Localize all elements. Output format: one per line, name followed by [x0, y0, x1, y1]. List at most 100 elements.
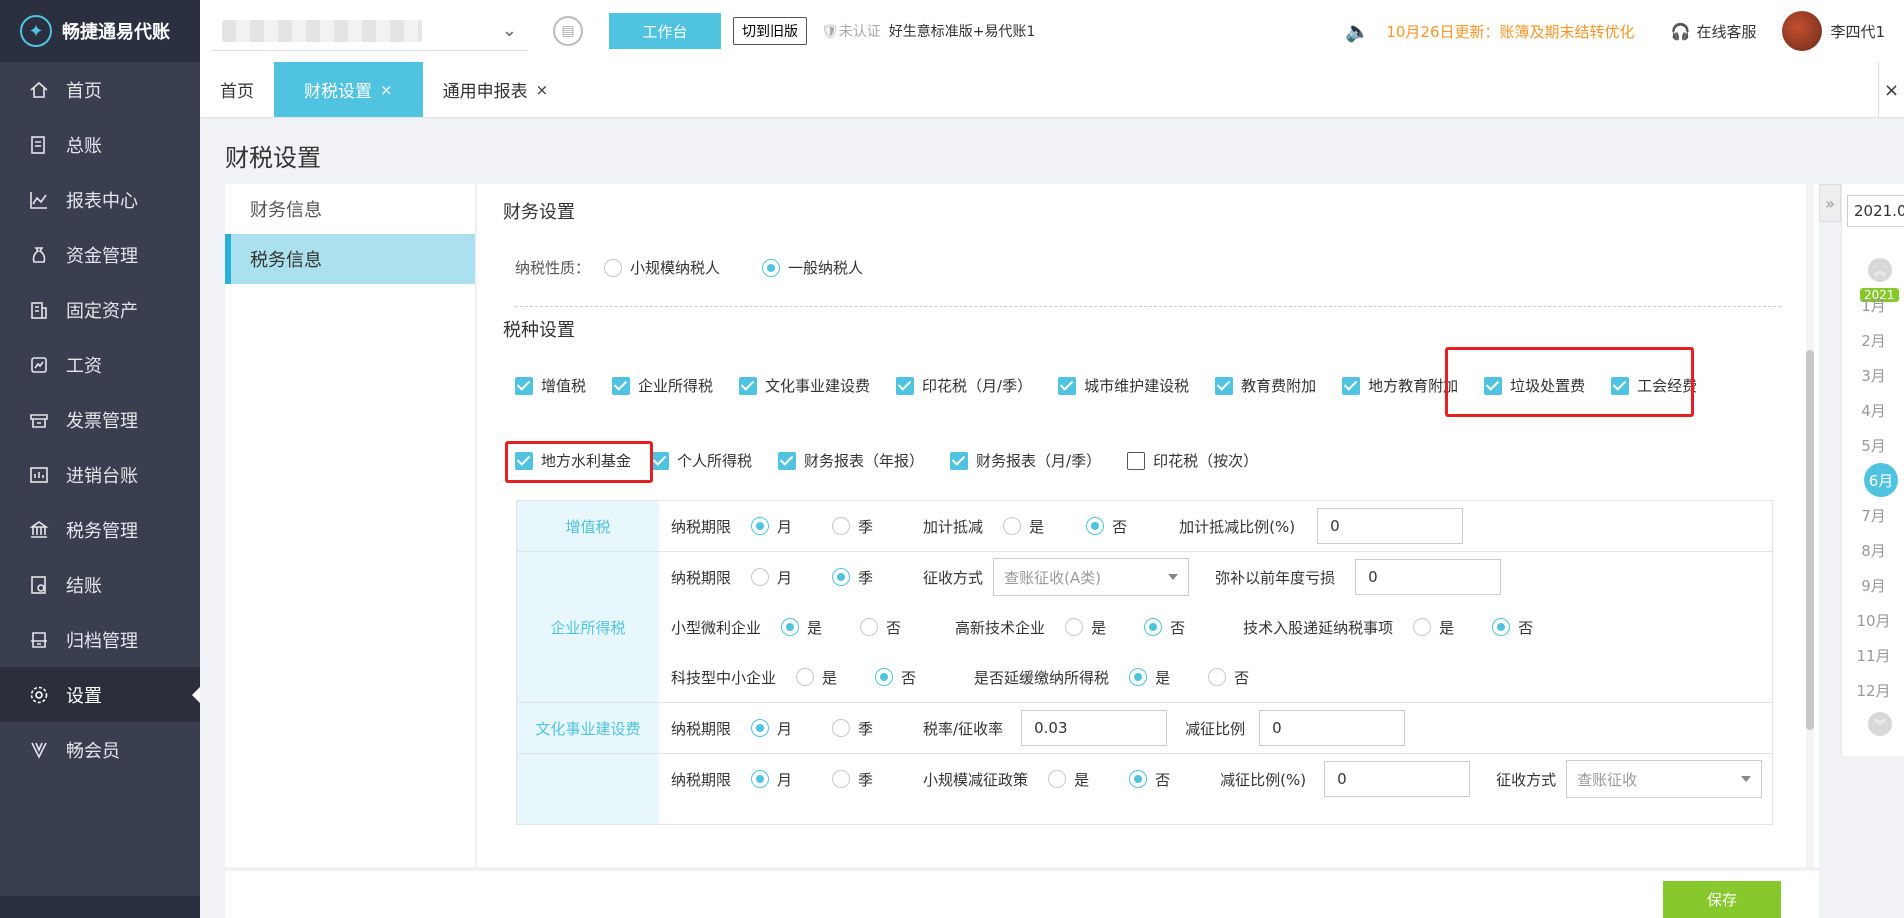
radio-culture-month[interactable]: 月: [751, 718, 792, 739]
company-selector[interactable]: ⌄: [212, 11, 527, 51]
checkbox-annual-report[interactable]: 财务报表（年报）: [778, 450, 924, 471]
checkbox-local-education[interactable]: 地方教育附加: [1342, 375, 1458, 396]
username[interactable]: 李四代1: [1830, 21, 1885, 42]
update-notice[interactable]: 🔈 10月26日更新：账簿及期末结转优化: [1345, 19, 1634, 43]
close-icon[interactable]: ×: [380, 81, 393, 99]
checkbox-vat[interactable]: 增值税: [515, 375, 586, 396]
radio-stamp-month[interactable]: 月: [751, 769, 792, 790]
radio-cit-month[interactable]: 月: [751, 567, 792, 588]
reduce-ratio-input[interactable]: 0: [1259, 710, 1406, 746]
checkbox-urban-tax[interactable]: 城市维护建设税: [1058, 375, 1189, 396]
month-4[interactable]: 4月: [1842, 400, 1904, 421]
checkbox-stamp-per-use[interactable]: 印花税（按次）: [1127, 450, 1258, 471]
online-support[interactable]: 🎧 在线客服: [1671, 21, 1757, 42]
month-10[interactable]: 10月: [1842, 610, 1904, 631]
month-9[interactable]: 9月: [1842, 575, 1904, 596]
sidebar-item-inventory[interactable]: 进销台账: [0, 447, 200, 502]
rate-input[interactable]: 0.03: [1021, 710, 1168, 746]
month-3[interactable]: 3月: [1842, 365, 1904, 386]
checkbox-cit[interactable]: 企业所得税: [612, 375, 713, 396]
sidebar-item-label: 总账: [66, 135, 102, 157]
radio-defer-no[interactable]: 否: [1208, 667, 1249, 688]
deduct-ratio-input[interactable]: 0: [1317, 508, 1464, 544]
month-5[interactable]: 5月: [1842, 435, 1904, 456]
radio-deduct-no[interactable]: 否: [1086, 516, 1127, 537]
sidebar-item-closing[interactable]: 结账: [0, 557, 200, 612]
month-12[interactable]: 12月: [1842, 680, 1904, 701]
sidebar-item-tax[interactable]: 税务管理: [0, 502, 200, 557]
submenu-finance-info[interactable]: 财务信息: [225, 184, 475, 234]
radio-vat-month[interactable]: 月: [751, 516, 792, 537]
radio-deduct-yes[interactable]: 是: [1003, 516, 1044, 537]
radio-sci-yes[interactable]: 是: [796, 667, 837, 688]
radio-policy-yes[interactable]: 是: [1048, 769, 1089, 790]
sidebar-item-invoices[interactable]: 发票管理: [0, 392, 200, 447]
month-1[interactable]: 1月: [1842, 295, 1904, 316]
app-logo[interactable]: ✦ 畅捷通易代账: [0, 0, 200, 62]
month-8[interactable]: 8月: [1842, 540, 1904, 561]
save-button[interactable]: 保存: [1663, 881, 1781, 918]
sidebar-item-reports[interactable]: 报表中心: [0, 172, 200, 227]
tab-tax-settings[interactable]: 财税设置 ×: [274, 62, 423, 117]
chevron-up-icon[interactable]: ︽: [1868, 258, 1892, 282]
radio-culture-quarter[interactable]: 季: [832, 718, 873, 739]
radio-small-no[interactable]: 否: [860, 617, 901, 638]
radio-sci-no[interactable]: 否: [875, 667, 916, 688]
radio-hitech-yes[interactable]: 是: [1065, 617, 1106, 638]
sidebar-item-membership[interactable]: 畅会员: [0, 722, 200, 777]
month-2[interactable]: 2月: [1842, 330, 1904, 351]
switch-old-version-button[interactable]: 切到旧版: [733, 17, 807, 45]
field-label: 纳税期限: [671, 719, 732, 738]
radio-label: 月: [777, 517, 793, 536]
cert-status[interactable]: 🛡未认证: [821, 21, 881, 41]
collection-method-select[interactable]: 查账征收(A类): [993, 558, 1190, 596]
radio-small-scale[interactable]: 小规模纳税人: [604, 257, 720, 278]
chevron-down-icon[interactable]: ︾: [1868, 712, 1892, 736]
radio-small-yes[interactable]: 是: [781, 617, 822, 638]
stamp-reduce-input[interactable]: 0: [1324, 761, 1471, 797]
sidebar-item-funds[interactable]: 资金管理: [0, 227, 200, 282]
double-chevron-right-icon[interactable]: »: [1819, 184, 1841, 222]
sidebar-item-home[interactable]: 首页: [0, 62, 200, 117]
month-11[interactable]: 11月: [1842, 645, 1904, 666]
radio-label: 是: [822, 668, 838, 687]
submenu-tax-info[interactable]: 税务信息: [225, 234, 475, 284]
tab-bar: 首页 财税设置 × 通用申报表 × ×: [200, 62, 1904, 118]
period-input[interactable]: 2021.06: [1847, 195, 1904, 227]
radio-policy-no[interactable]: 否: [1129, 769, 1170, 790]
field-label: 纳税期限: [671, 568, 732, 587]
radio-circle: [796, 668, 815, 686]
radio-defer-yes[interactable]: 是: [1129, 667, 1170, 688]
tab-general-declaration[interactable]: 通用申报表 ×: [423, 62, 569, 117]
close-all-tabs-icon[interactable]: ×: [1878, 62, 1904, 118]
checkbox-culture-fee[interactable]: 文化事业建设费: [739, 375, 870, 396]
month-6-selected[interactable]: 6月: [1864, 463, 1898, 497]
stamp-method-select[interactable]: 查账征收: [1566, 760, 1763, 798]
radio-tech-no[interactable]: 否: [1492, 617, 1533, 638]
sidebar-item-archive[interactable]: 归档管理: [0, 612, 200, 667]
sidebar-item-salary[interactable]: 工资: [0, 337, 200, 392]
row-content: 纳税期限 月 季 税率/征收率 0.03 减征比例 0: [659, 703, 1772, 753]
radio-stamp-quarter[interactable]: 季: [832, 769, 873, 790]
loss-input[interactable]: 0: [1355, 559, 1502, 595]
checkbox-personal-tax[interactable]: 个人所得税: [651, 450, 752, 471]
close-icon[interactable]: ×: [536, 81, 549, 99]
radio-tech-yes[interactable]: 是: [1413, 617, 1454, 638]
workbench-button[interactable]: 工作台: [609, 13, 721, 49]
checkbox-stamp-period[interactable]: 印花税（月/季）: [896, 375, 1032, 396]
checkbox-periodic-report[interactable]: 财务报表（月/季）: [950, 450, 1101, 471]
checkbox-box: [1215, 376, 1234, 395]
calendar-icon[interactable]: ▤: [553, 16, 583, 46]
scrollbar-thumb[interactable]: [1806, 350, 1814, 730]
avatar[interactable]: [1782, 11, 1823, 51]
radio-cit-quarter[interactable]: 季: [832, 567, 873, 588]
sidebar-item-settings[interactable]: 设置: [0, 667, 200, 722]
radio-hitech-no[interactable]: 否: [1144, 617, 1185, 638]
checkbox-education[interactable]: 教育费附加: [1215, 375, 1316, 396]
tab-home[interactable]: 首页: [200, 62, 274, 117]
sidebar-item-assets[interactable]: 固定资产: [0, 282, 200, 337]
sidebar-item-ledger[interactable]: 总账: [0, 117, 200, 172]
radio-general[interactable]: 一般纳税人: [762, 257, 863, 278]
month-7[interactable]: 7月: [1842, 505, 1904, 526]
radio-vat-quarter[interactable]: 季: [832, 516, 873, 537]
